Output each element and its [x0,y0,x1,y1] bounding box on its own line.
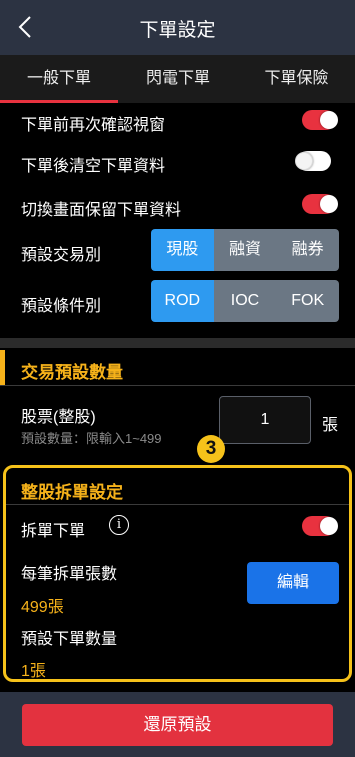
trade-type-selector: 現股 融資 融券 [151,229,339,271]
split-order-toggle[interactable] [302,516,338,536]
stock-qty-label: 股票(整股) [21,409,96,426]
clear-after-label: 下單後清空下單資料 [21,158,166,175]
step-badge: 3 [197,435,225,463]
tab-flash-order[interactable]: 閃電下單 [118,55,238,103]
tab-general-order[interactable]: 一般下單 [0,55,118,103]
footer-bar: 還原預設 [0,692,355,757]
tab-bar: 一般下單 閃電下單 下單保險 [0,55,355,103]
tab-order-insurance[interactable]: 下單保險 [238,55,355,103]
header-bar: 下單設定 [0,0,355,55]
page-title: 下單設定 [139,20,216,41]
split-order-label: 拆單下單 [21,523,86,540]
default-qty-section-title: 交易預設數量 [21,363,123,382]
qty-hint: 預設數量：限輸入1~499 [21,431,162,446]
section-accent-bar [0,350,5,385]
clear-after-toggle[interactable] [295,151,331,171]
trade-type-margin[interactable]: 融資 [213,229,277,271]
keep-on-switch-toggle[interactable] [302,194,338,214]
condition-type-label: 預設條件別 [21,298,102,315]
toggle-knob [320,517,338,535]
toggle-knob [320,111,338,129]
default-qty-input[interactable]: 1 [219,396,311,444]
per-order-qty-value: 499張 [21,599,64,616]
reset-defaults-button[interactable]: 還原預設 [22,704,333,746]
separator-line [0,385,355,386]
toggle-knob [295,152,313,170]
confirm-window-toggle[interactable] [302,110,338,130]
per-order-qty-label: 每筆拆單張數 [21,566,118,583]
split-section-header: 整股拆單設定 [6,470,349,505]
toggle-knob [320,195,338,213]
default-qty-section-header: 交易預設數量 [0,350,355,385]
default-order-qty-label: 預設下單數量 [21,631,118,648]
default-order-qty-value: 1張 [21,663,46,680]
trade-type-label: 預設交易別 [21,247,102,264]
confirm-window-label: 下單前再次確認視窗 [21,117,166,134]
condition-fok[interactable]: FOK [276,280,339,322]
edit-button[interactable]: 編輯 [247,562,339,604]
trade-type-short[interactable]: 融券 [276,229,339,271]
keep-on-switch-label: 切換畫面保留下單資料 [21,202,182,219]
info-icon[interactable]: i [109,515,129,535]
split-section-title: 整股拆單設定 [21,483,123,502]
trade-type-cash[interactable]: 現股 [151,229,214,271]
condition-ioc[interactable]: IOC [213,280,277,322]
qty-unit-label: 張 [322,417,339,434]
condition-rod[interactable]: ROD [151,280,214,322]
separator-line [6,504,349,505]
section-divider [0,338,355,348]
condition-type-selector: ROD IOC FOK [151,280,339,322]
